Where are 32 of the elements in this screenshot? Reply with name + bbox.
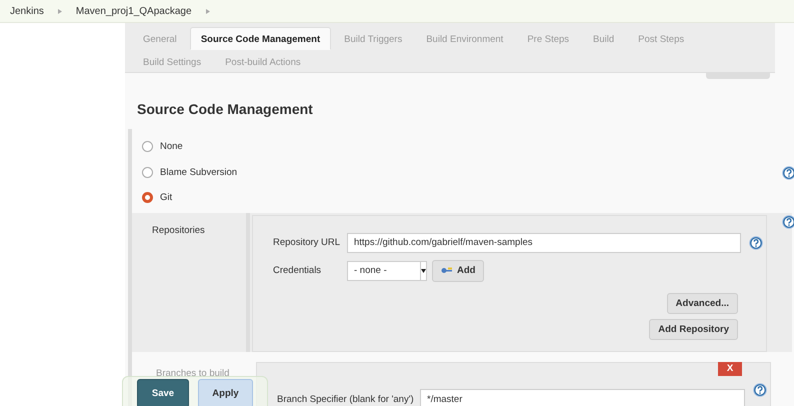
- radio-button[interactable]: [142, 141, 153, 152]
- section-label: Branches to build: [156, 368, 230, 378]
- chevron-icon: [206, 8, 210, 14]
- help-icon[interactable]: [749, 236, 763, 250]
- breadcrumb-link[interactable]: Maven_proj1_QApackage: [76, 6, 192, 16]
- caret-icon: [421, 268, 426, 272]
- radio-label: Blame Subversion: [160, 166, 238, 178]
- credentials-dropdown[interactable]: - none -: [347, 260, 427, 280]
- add-credentials-button[interactable]: Add: [432, 260, 484, 282]
- field-label: Credentials: [273, 265, 322, 276]
- section-title: Source Code Management: [137, 101, 314, 117]
- field-label: Repository URL: [273, 237, 342, 248]
- help-icon[interactable]: [782, 214, 794, 228]
- radio-button[interactable]: [142, 192, 153, 204]
- tab[interactable]: Source Code Management: [190, 27, 332, 50]
- remove-button[interactable]: X: [718, 362, 742, 376]
- section-label: Repositories: [152, 224, 205, 236]
- field-label: Branch Specifier (blank for 'any'): [277, 394, 415, 404]
- apply-button[interactable]: Apply: [198, 379, 253, 406]
- branch-specifier-field[interactable]: */master: [420, 389, 745, 406]
- chevron-icon: [58, 8, 62, 14]
- breadcrumb-link[interactable]: Jenkins: [10, 6, 44, 16]
- save-button[interactable]: Save: [137, 379, 189, 406]
- help-icon[interactable]: [753, 382, 767, 396]
- add-repository-button[interactable]: Add Repository: [649, 318, 738, 340]
- key-icon: [441, 267, 453, 274]
- advanced-button[interactable]: Advanced...: [666, 292, 738, 314]
- radio-label: Git: [160, 192, 172, 204]
- repository-url-field[interactable]: https://github.com/gabrielf/maven-samples: [347, 232, 741, 252]
- radio-button[interactable]: [142, 166, 153, 178]
- help-icon[interactable]: [782, 166, 794, 180]
- radio-label: None: [160, 141, 183, 152]
